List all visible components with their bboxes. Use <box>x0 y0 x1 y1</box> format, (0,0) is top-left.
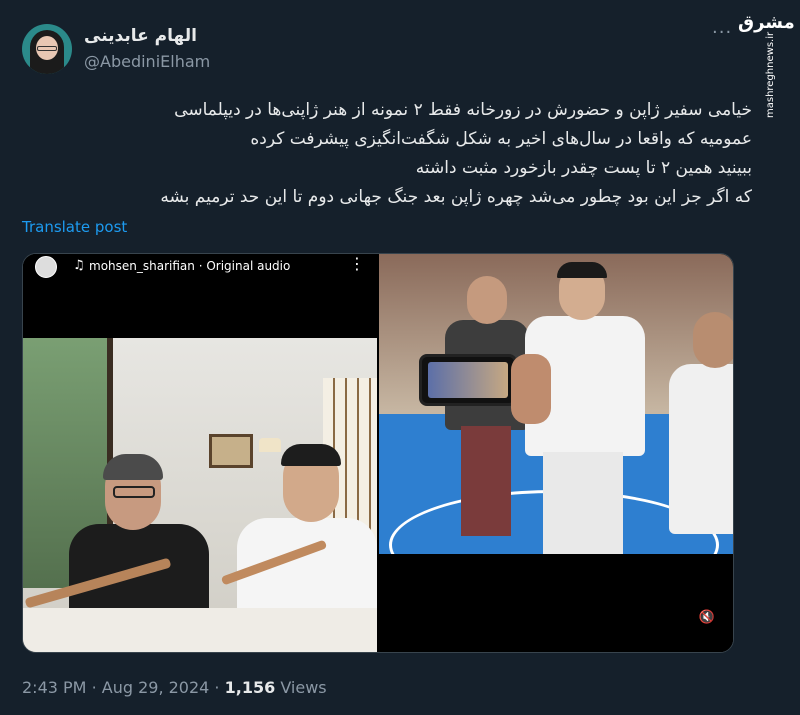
hair <box>557 262 607 278</box>
tweet-text: خیامی سفیر ژاپن و حضورش در زورخانه فقط ۲… <box>52 96 752 212</box>
video-bottom-area <box>379 554 733 652</box>
legs <box>543 452 623 554</box>
room-scene <box>23 338 377 652</box>
tweet-media[interactable]: ♫ mohsen_sharifian · Original audio ⋮ 🔇 <box>22 253 734 653</box>
translate-post-link[interactable]: Translate post <box>22 218 127 236</box>
phone <box>419 354 517 406</box>
right-video-frame[interactable]: 🔇 <box>379 254 733 652</box>
meta-separator: · <box>214 678 220 697</box>
head <box>693 312 733 368</box>
tweet-meta: 2:43 PM · Aug 29, 2024 · 1,156 Views <box>22 678 327 697</box>
tweet-line: که اگر جز این بود چطور می‌شد چهره ژاپن ب… <box>160 187 752 207</box>
watermark-url: mashreghnews.ir <box>765 31 776 118</box>
avatar[interactable] <box>22 24 72 74</box>
avatar-glasses <box>37 46 57 51</box>
user-handle[interactable]: @AbediniElham <box>84 52 210 71</box>
mute-icon[interactable]: 🔇 <box>695 606 719 630</box>
phone-screen <box>428 362 508 398</box>
tweet-line: خیامی سفیر ژاپن و حضورش در زورخانه فقط ۲… <box>174 100 752 120</box>
audio-avatar <box>35 256 57 278</box>
meta-separator: · <box>91 678 97 697</box>
tweet-time[interactable]: 2:43 PM <box>22 678 86 697</box>
hand <box>511 354 551 424</box>
tweet-line: عمومیه که واقعا در سال‌های اخیر به شکل ش… <box>250 129 752 149</box>
views-count: 1,156 <box>224 678 276 697</box>
legs <box>461 426 511 536</box>
views-label: Views <box>280 678 327 697</box>
hair <box>103 454 163 480</box>
music-note-icon: ♫ <box>73 258 85 273</box>
hair <box>281 444 341 466</box>
display-name[interactable]: الهام عابدینی <box>84 26 197 46</box>
audio-label: mohsen_sharifian · Original audio <box>89 259 291 273</box>
tweet-line: ببینید همین ۲ تا پست چقدر بازخورد مثبت د… <box>415 158 752 178</box>
more-options-icon[interactable]: ··· <box>712 22 732 43</box>
torso <box>669 364 733 534</box>
tweet-date[interactable]: Aug 29, 2024 <box>102 678 210 697</box>
audio-bar: ♫ mohsen_sharifian · Original audio ⋮ <box>23 254 377 338</box>
person-right-edge <box>669 294 733 534</box>
more-dots-icon[interactable]: ⋮ <box>349 254 365 273</box>
head <box>467 276 507 324</box>
left-video-frame[interactable]: ♫ mohsen_sharifian · Original audio ⋮ <box>23 254 377 652</box>
watermark-logo: مشرق <box>738 12 795 33</box>
glasses <box>113 486 155 498</box>
table <box>23 608 377 652</box>
